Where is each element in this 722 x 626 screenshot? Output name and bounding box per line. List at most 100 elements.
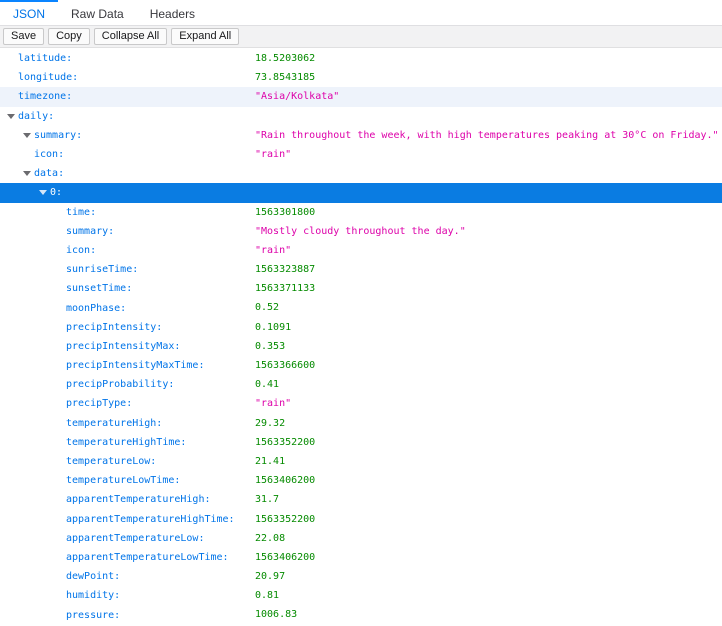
json-value: 18.5203062 — [255, 49, 315, 68]
json-key: temperatureLow: — [66, 456, 156, 467]
json-key: time: — [66, 207, 96, 218]
tab-json[interactable]: JSON — [0, 0, 58, 25]
json-tree-row[interactable]: temperatureLow:21.41 — [0, 452, 722, 471]
json-value: 0.52 — [255, 298, 279, 317]
save-button[interactable]: Save — [3, 28, 44, 45]
indent-spacer — [0, 269, 52, 270]
indent-spacer — [0, 461, 52, 462]
json-key: sunriseTime: — [66, 264, 138, 275]
indent-spacer — [0, 384, 52, 385]
indent-spacer — [0, 346, 52, 347]
json-value: 73.8543185 — [255, 68, 315, 87]
json-tree-row[interactable]: moonPhase: 0.52 — [0, 298, 722, 317]
json-tree-row[interactable]: apparentTemperatureLow: 22.08 — [0, 529, 722, 548]
json-tree-row[interactable]: precipProbability:0.41 — [0, 375, 722, 394]
json-tree-row[interactable]: daily: — [0, 107, 722, 126]
json-value: 0.41 — [255, 375, 279, 394]
indent-spacer — [0, 557, 52, 558]
indent-spacer — [0, 308, 52, 309]
expand-all-button[interactable]: Expand All — [171, 28, 239, 45]
json-key: longitude: — [18, 72, 78, 83]
indent-spacer — [0, 327, 52, 328]
json-key: temperatureHighTime: — [66, 437, 186, 448]
collapse-all-button[interactable]: Collapse All — [94, 28, 167, 45]
json-tree-row[interactable]: apparentTemperatureHigh:31.7 — [0, 490, 722, 509]
json-tree-row[interactable]: temperatureLowTime:1563406200 — [0, 471, 722, 490]
json-tree-row[interactable]: sunriseTime:1563323887 — [0, 260, 722, 279]
indent-spacer — [0, 442, 52, 443]
indent-spacer — [0, 538, 52, 539]
json-value: "rain" — [255, 241, 291, 260]
json-tree-row[interactable]: pressure:1006.83 — [0, 605, 722, 624]
json-tree-row[interactable]: time: 1563301800 — [0, 203, 722, 222]
json-tree-row[interactable]: dewPoint:20.97 — [0, 567, 722, 586]
chevron-down-icon — [23, 171, 31, 176]
json-key: precipIntensityMaxTime: — [66, 360, 204, 371]
json-key: pressure: — [66, 610, 120, 621]
chevron-down-icon — [39, 190, 47, 195]
expand-arrow-icon[interactable] — [20, 133, 34, 138]
expand-arrow-icon[interactable] — [4, 114, 18, 119]
expand-arrow-icon[interactable] — [36, 190, 50, 195]
json-tree-row[interactable]: apparentTemperatureHighTime:1563352200 — [0, 510, 722, 529]
json-tree-row[interactable]: summary: "Mostly cloudy throughout the da… — [0, 222, 722, 241]
json-tree-row[interactable]: precipIntensityMax:0.353 — [0, 337, 722, 356]
json-value: 1563301800 — [255, 203, 315, 222]
json-tree-row[interactable]: temperatureHigh:29.32 — [0, 414, 722, 433]
json-value: "Mostly cloudy throughout the day." — [255, 222, 466, 241]
json-tree-row[interactable]: longitude: 73.8543185 — [0, 68, 722, 87]
json-value: "Rain throughout the week, with high tem… — [255, 126, 719, 145]
indent-spacer — [0, 499, 52, 500]
json-key: apparentTemperatureLow: — [66, 533, 204, 544]
json-key: precipType: — [66, 398, 132, 409]
json-tree-row[interactable]: precipIntensityMaxTime: 1563366600 — [0, 356, 722, 375]
json-tree-row[interactable]: humidity:0.81 — [0, 586, 722, 605]
json-tree-row[interactable]: apparentTemperatureLowTime:1563406200 — [0, 548, 722, 567]
json-tree-row[interactable]: temperatureHighTime:1563352200 — [0, 433, 722, 452]
indent-spacer — [0, 365, 52, 366]
json-key: summary: — [34, 130, 82, 141]
json-value: 22.08 — [255, 529, 285, 548]
json-tree-row[interactable]: summary: "Rain throughout the week, with … — [0, 126, 722, 145]
json-tree-row[interactable]: precipIntensity: 0.1091 — [0, 318, 722, 337]
indent-spacer — [0, 615, 52, 616]
json-toolbar: Save Copy Collapse All Expand All — [0, 26, 722, 48]
json-value: 1563366600 — [255, 356, 315, 375]
json-value: 0.353 — [255, 337, 285, 356]
json-key: icon: — [66, 245, 96, 256]
json-key: precipIntensity: — [66, 322, 162, 333]
chevron-down-icon — [23, 133, 31, 138]
json-viewer-panel: JSON Raw Data Headers Save Copy Collapse… — [0, 0, 722, 625]
json-value: 20.97 — [255, 567, 285, 586]
json-value: 1563371133 — [255, 279, 315, 298]
json-key: data: — [34, 168, 64, 179]
json-tree-row[interactable]: sunsetTime:1563371133 — [0, 279, 722, 298]
json-tree-row[interactable]: data: — [0, 164, 722, 183]
json-tree-row[interactable]: precipType: "rain" — [0, 394, 722, 413]
copy-button[interactable]: Copy — [48, 28, 90, 45]
indent-spacer — [0, 212, 52, 213]
json-key: humidity: — [66, 590, 120, 601]
indent-spacer — [0, 288, 52, 289]
json-tree-row[interactable]: latitude:18.5203062 — [0, 49, 722, 68]
json-value: 1563406200 — [255, 471, 315, 490]
chevron-down-icon — [7, 114, 15, 119]
expand-arrow-icon[interactable] — [20, 171, 34, 176]
indent-spacer — [0, 250, 52, 251]
tab-raw-data[interactable]: Raw Data — [58, 0, 137, 25]
json-tree-row[interactable]: icon: "rain" — [0, 241, 722, 260]
json-tree-row[interactable]: icon:"rain" — [0, 145, 722, 164]
json-key: timezone: — [18, 91, 72, 102]
json-key: summary: — [66, 226, 114, 237]
json-tree: latitude:18.5203062longitude:73.8543185t… — [0, 48, 722, 625]
tab-headers[interactable]: Headers — [137, 0, 208, 25]
json-value: "rain" — [255, 394, 291, 413]
json-key: apparentTemperatureLowTime: — [66, 552, 229, 563]
json-tree-row[interactable]: timezone:"Asia/Kolkata" — [0, 87, 722, 106]
json-tree-row[interactable]: 0: — [0, 183, 722, 202]
indent-spacer — [0, 173, 20, 174]
json-key: moonPhase: — [66, 303, 126, 314]
json-value: 0.1091 — [255, 318, 291, 337]
json-key: apparentTemperatureHigh: — [66, 494, 211, 505]
indent-spacer — [0, 519, 52, 520]
